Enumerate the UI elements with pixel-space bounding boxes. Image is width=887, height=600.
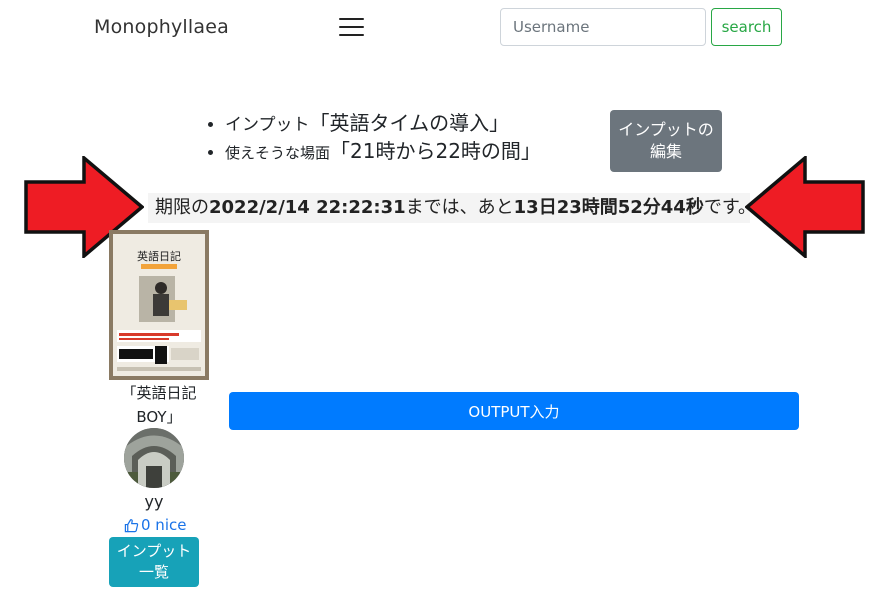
deadline-middle: までは、あと [405, 197, 514, 218]
nice-button[interactable]: 0 nice [124, 514, 186, 536]
output-input-button[interactable]: OUTPUT入力 [229, 392, 799, 430]
red-arrow-left-icon [745, 156, 865, 258]
input-info-list: インプット「英語タイムの導入」 使えそうな場面「21時から22時の間」 [205, 110, 541, 166]
scene-value: 「21時から22時の間」 [330, 139, 541, 163]
deadline-countdown: 期限の2022/2/14 22:22:31までは、あと13日23時間52分44秒… [155, 193, 756, 223]
edit-input-button[interactable]: インプットの編集 [610, 110, 722, 172]
deadline-prefix: 期限の [155, 197, 209, 218]
deadline-datetime: 2022/2/14 22:22:31 [209, 197, 406, 218]
book-title[interactable]: 「英語日記BOY」 [109, 381, 209, 429]
input-list-button[interactable]: インプット一覧 [109, 537, 199, 587]
nice-count: 0 nice [141, 516, 187, 534]
deadline-remaining: 13日23時間52分44秒 [513, 197, 704, 218]
scene-label: 使えそうな場面 [225, 144, 331, 162]
brand-logo[interactable]: Monophyllaea [94, 16, 229, 38]
user-avatar[interactable] [124, 428, 184, 488]
input-item: インプット「英語タイムの導入」 [225, 110, 541, 138]
scene-item: 使えそうな場面「21時から22時の間」 [225, 138, 541, 166]
book-cover-title-text: 英語日記 [137, 249, 181, 263]
thumbs-up-icon [124, 518, 139, 532]
input-value: 「英語タイムの導入」 [309, 111, 510, 135]
user-name[interactable]: yy [109, 490, 199, 514]
input-label: インプット [225, 115, 310, 135]
hamburger-menu-icon[interactable] [339, 16, 365, 38]
book-cover-image[interactable]: 英語日記 [109, 230, 209, 380]
search-button[interactable]: search [711, 8, 782, 46]
username-search-input[interactable] [500, 8, 706, 46]
